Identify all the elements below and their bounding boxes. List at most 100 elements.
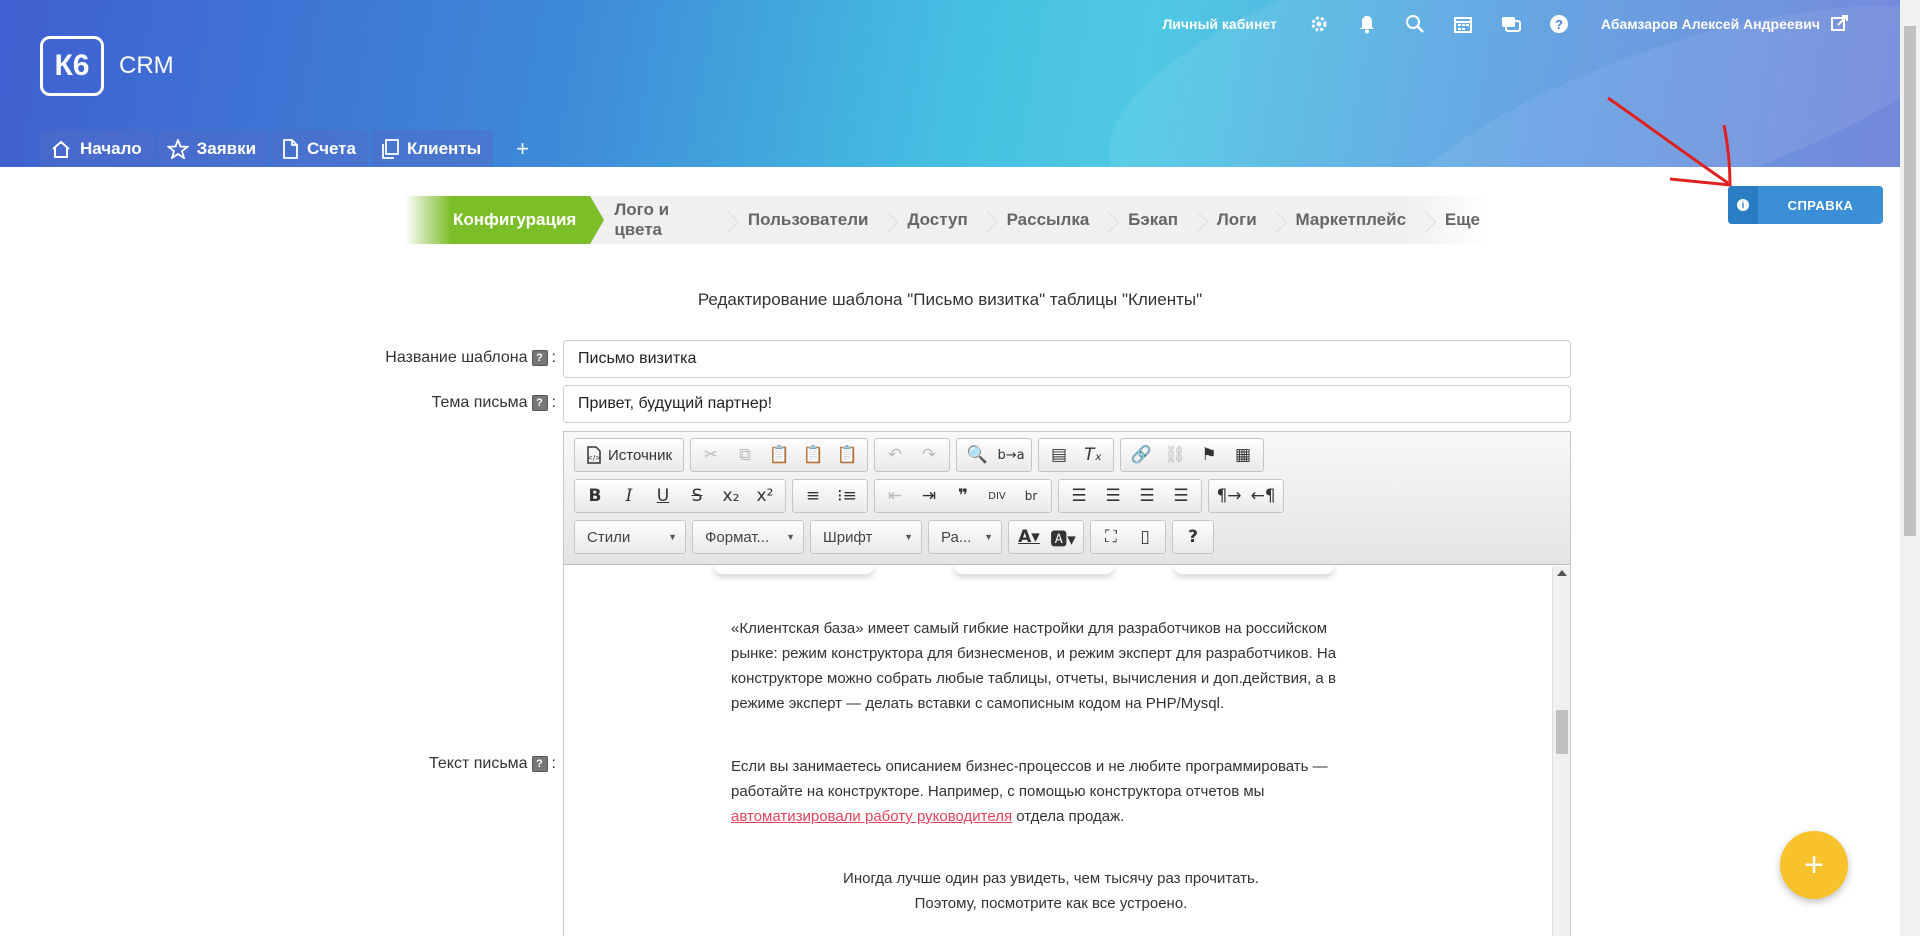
br-icon[interactable]: br <box>1014 480 1048 512</box>
config-nav-logs[interactable]: Логи <box>1197 196 1267 244</box>
add-fab-button[interactable]: + <box>1780 831 1848 899</box>
select-all-icon[interactable]: ▤ <box>1042 439 1076 471</box>
paragraph-1: «Клиентская база» имеет самый гибкие нас… <box>731 620 1337 712</box>
bulleted-list-icon[interactable]: ⁝≡ <box>830 480 864 512</box>
replace-icon[interactable]: b→a <box>994 439 1028 471</box>
source-button[interactable]: </> Источник <box>578 446 680 464</box>
home-icon <box>52 140 70 158</box>
config-nav-backup[interactable]: Бэкап <box>1108 196 1188 244</box>
page-scrollbar[interactable] <box>1900 0 1920 936</box>
config-nav-access[interactable]: Доступ <box>887 196 977 244</box>
text-color-icon[interactable]: A▾ <box>1012 521 1046 553</box>
justify-icon[interactable]: ☰ <box>1164 480 1198 512</box>
main-tabs: Начало Заявки Счета Клиенты + <box>40 130 529 167</box>
logo[interactable]: К6 <box>40 36 104 96</box>
strike-icon[interactable]: S <box>680 480 714 512</box>
tab-label: Счета <box>307 138 356 158</box>
paste-icon[interactable]: 📋 <box>762 439 796 471</box>
source-icon: </> <box>587 446 601 464</box>
config-nav-marketplace[interactable]: Маркетплейс <box>1276 196 1416 244</box>
help-icon[interactable]: ? <box>1535 12 1583 36</box>
help-tooltip-icon[interactable]: ? <box>531 350 548 366</box>
find-icon[interactable]: 🔍 <box>960 439 994 471</box>
tab-clients[interactable]: Клиенты <box>370 130 494 167</box>
remove-format-icon[interactable]: Tₓ <box>1076 439 1110 471</box>
calendar-icon[interactable] <box>1439 12 1487 36</box>
svg-text:?: ? <box>1555 17 1563 32</box>
gear-icon[interactable] <box>1295 12 1343 36</box>
copy-icon[interactable]: ⧉ <box>728 439 762 471</box>
paste-word-icon[interactable]: 📋 <box>830 439 864 471</box>
anchor-icon[interactable]: ⚑ <box>1192 439 1226 471</box>
unlink-icon[interactable]: ⛓ <box>1158 439 1192 471</box>
tab-label: Заявки <box>196 138 257 158</box>
account-link[interactable]: Личный кабинет <box>1162 16 1276 32</box>
label-text: Текст письма <box>428 755 528 772</box>
help-tooltip-icon[interactable]: ? <box>531 395 548 411</box>
search-icon[interactable] <box>1391 12 1439 36</box>
ltr-icon[interactable]: ¶→ <box>1212 480 1246 512</box>
annotation-arrow <box>1607 96 1732 187</box>
config-nav-logo-colors[interactable]: Лого и цвета <box>590 196 719 244</box>
paragraph-3-line-2: Поэтому, посмотрите как все устроено. <box>914 895 1188 912</box>
info-icon: i <box>1728 186 1758 224</box>
chat-icon[interactable] <box>1487 12 1535 36</box>
indent-icon[interactable]: ⇥ <box>912 480 946 512</box>
paragraph-3-line-1: Иногда лучше один раз увидеть, чем тысяч… <box>843 870 1259 887</box>
underline-icon[interactable]: U <box>646 480 680 512</box>
italic-icon[interactable]: I <box>612 480 646 512</box>
bold-icon[interactable]: B <box>578 480 612 512</box>
config-nav-mailing[interactable]: Рассылка <box>987 196 1100 244</box>
editor-toolbar: </> Источник ✂ ⧉ 📋 📋 📋 ↶ ↷ 🔍 b→a ▤ Tₓ 🔗 … <box>564 432 1570 565</box>
redo-icon[interactable]: ↷ <box>912 439 946 471</box>
div-icon[interactable]: DIV <box>980 480 1014 512</box>
bg-color-icon[interactable]: 🅰▾ <box>1046 521 1080 553</box>
size-select[interactable]: Ра... ▼ <box>928 520 1002 554</box>
editor-content[interactable]: «Клиентская база» имеет самый гибкие нас… <box>564 566 1554 936</box>
app-name: CRM <box>119 52 174 79</box>
align-right-icon[interactable]: ☰ <box>1130 480 1164 512</box>
format-select[interactable]: Формат... ▼ <box>692 520 804 554</box>
font-select[interactable]: Шрифт ▼ <box>810 520 922 554</box>
styles-select[interactable]: Стили ▼ <box>574 520 686 554</box>
numbered-list-icon[interactable]: ≡ <box>796 480 830 512</box>
svg-text:</>: </> <box>587 454 601 462</box>
bell-icon[interactable] <box>1343 12 1391 36</box>
table-icon[interactable]: ▦ <box>1226 439 1260 471</box>
about-icon[interactable]: ? <box>1176 521 1210 553</box>
blockquote-icon[interactable]: ❞ <box>946 480 980 512</box>
logout-icon[interactable] <box>1830 13 1850 36</box>
subject-input[interactable]: Привет, будущий партнер! <box>563 385 1571 423</box>
paragraph-2: Если вы занимаетесь описанием бизнес-про… <box>731 758 1328 825</box>
outdent-icon[interactable]: ⇤ <box>878 480 912 512</box>
rich-text-editor: </> Источник ✂ ⧉ 📋 📋 📋 ↶ ↷ 🔍 b→a ▤ Tₓ 🔗 … <box>563 431 1571 936</box>
align-left-icon[interactable]: ☰ <box>1062 480 1096 512</box>
align-center-icon[interactable]: ☰ <box>1096 480 1130 512</box>
paste-text-icon[interactable]: 📋 <box>796 439 830 471</box>
config-nav-users[interactable]: Пользователи <box>728 196 879 244</box>
tab-requests[interactable]: Заявки <box>156 130 269 167</box>
superscript-icon[interactable]: x² <box>748 480 782 512</box>
cut-icon[interactable]: ✂ <box>694 439 728 471</box>
config-nav-more[interactable]: Еще <box>1425 196 1490 244</box>
editor-scrollbar[interactable] <box>1552 566 1570 936</box>
subscript-icon[interactable]: x₂ <box>714 480 748 512</box>
template-name-input[interactable]: Письмо визитка <box>563 340 1571 378</box>
tab-invoices[interactable]: Счета <box>271 130 368 167</box>
maximize-icon[interactable]: ⛶ <box>1094 521 1128 553</box>
help-tooltip-icon[interactable]: ? <box>531 756 548 772</box>
top-bar: Личный кабинет ? Абамзаров Алексей Андре… <box>1162 12 1850 36</box>
help-button[interactable]: i СПРАВКА <box>1728 186 1883 224</box>
link-icon[interactable]: 🔗 <box>1124 439 1158 471</box>
config-nav-configuration[interactable]: Конфигурация <box>405 196 605 244</box>
label-text: Тема письма <box>431 394 528 411</box>
tab-start[interactable]: Начало <box>40 130 154 167</box>
show-blocks-icon[interactable]: ▯ <box>1128 521 1162 553</box>
content-link[interactable]: автоматизировали работу руководителя <box>731 808 1012 825</box>
undo-icon[interactable]: ↶ <box>878 439 912 471</box>
add-tab-button[interactable]: + <box>516 136 529 162</box>
template-name-label: Название шаблона ?: <box>385 349 556 366</box>
user-name[interactable]: Абамзаров Алексей Андреевич <box>1601 16 1820 32</box>
tab-label: Начало <box>80 138 142 158</box>
rtl-icon[interactable]: ←¶ <box>1246 480 1280 512</box>
